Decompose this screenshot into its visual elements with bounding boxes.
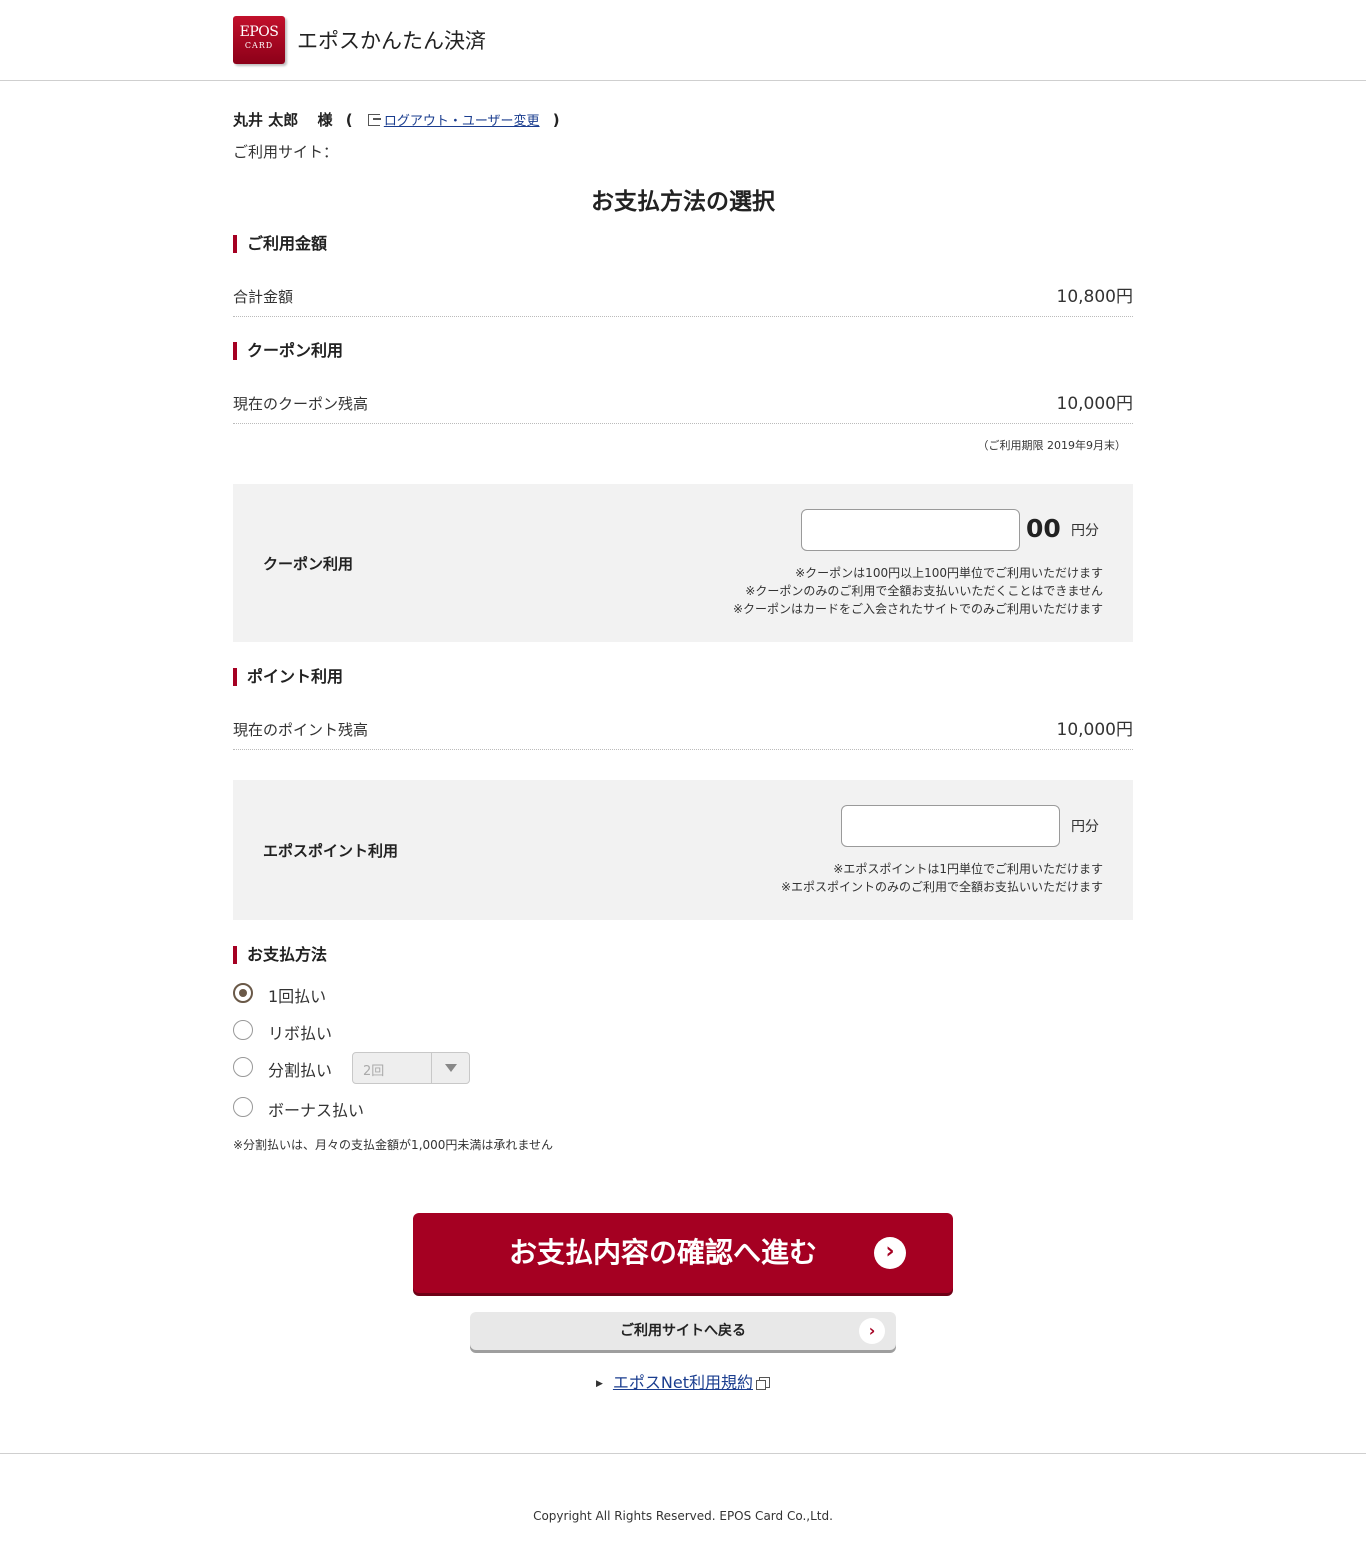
paren-open: ( — [345, 111, 353, 129]
page-title: お支払方法の選択 — [591, 189, 775, 215]
user-honorific: 様 — [317, 111, 333, 129]
coupon-unit: 円分 — [1071, 523, 1099, 539]
triangle-bullet-icon: ▶ — [596, 1379, 603, 1389]
points-balance-row: 現在のポイント残高 10,000円 — [233, 715, 1133, 750]
chevron-right-icon: › — [859, 1318, 885, 1344]
installment-count-value: 2回 — [363, 1064, 385, 1079]
radio-checked-icon[interactable] — [233, 983, 253, 1003]
section-usage-heading: ご利用金額 — [233, 234, 327, 254]
payment-option-label[interactable]: ボーナス払い — [268, 1097, 364, 1121]
chevron-down-icon — [445, 1064, 457, 1072]
points-unit: 円分 — [1071, 819, 1099, 835]
user-name: 丸井 太郎 — [233, 111, 299, 129]
radio-unchecked-icon[interactable] — [233, 1020, 253, 1040]
terms-link[interactable]: エポスNet利用規約 — [613, 1373, 753, 1392]
coupon-expiry: （ご利用期限 2019年9月末） — [977, 439, 1127, 452]
points-panel: エポスポイント利用 円分 ※エポスポイントは1円単位でご利用いただけます ※エポ… — [233, 780, 1133, 920]
coupon-panel: クーポン利用 00 円分 ※クーポンは100円以上100円単位でご利用いただけま… — [233, 484, 1133, 642]
header: EPOS CARD エポスかんたん決済 — [0, 0, 1366, 81]
section-coupon-heading: クーポン利用 — [233, 341, 343, 361]
proceed-to-confirm-button[interactable]: お支払内容の確認へ進む › — [413, 1213, 953, 1293]
logout-link[interactable]: ログアウト・ユーザー変更 — [384, 114, 540, 129]
coupon-balance-row: 現在のクーポン残高 10,000円 — [233, 389, 1133, 424]
installment-note: ※分割払いは、月々の支払金額が1,000円未満は承れません — [233, 1138, 554, 1152]
payment-option-label[interactable]: リボ払い — [268, 1020, 332, 1044]
coupon-balance-value: 10,000円 — [1056, 394, 1133, 414]
logo-subtext: CARD — [244, 41, 274, 50]
coupon-notes: ※クーポンは100円以上100円単位でご利用いただけます ※クーポンのみのご利用… — [733, 564, 1103, 618]
section-points-heading: ポイント利用 — [233, 667, 343, 687]
points-balance-value: 10,000円 — [1056, 720, 1133, 740]
radio-unchecked-icon[interactable] — [233, 1097, 253, 1117]
coupon-note: ※クーポンは100円以上100円単位でご利用いただけます — [795, 566, 1103, 580]
coupon-note: ※クーポンはカードをご入会されたサイトでのみご利用いただけます — [732, 602, 1103, 616]
coupon-panel-label: クーポン利用 — [263, 555, 354, 573]
logo-text: EPOS — [239, 24, 279, 40]
section-payment-heading: お支払方法 — [233, 945, 327, 965]
site-label: ご利用サイト： — [233, 143, 339, 161]
user-info: 丸井 太郎 様 ( ログアウト・ユーザー変更 ) — [233, 109, 560, 130]
points-note: ※エポスポイントのみのご利用で全額お支払いいただけます — [780, 880, 1103, 894]
coupon-zeros: 00 — [1026, 514, 1061, 543]
points-panel-label: エポスポイント利用 — [263, 842, 399, 860]
points-note: ※エポスポイントは1円単位でご利用いただけます — [833, 862, 1103, 876]
chevron-right-icon: › — [874, 1237, 906, 1269]
total-amount-value: 10,800円 — [1056, 287, 1133, 307]
copyright: Copyright All Rights Reserved. EPOS Card… — [533, 1509, 833, 1523]
back-button-label: ご利用サイトへ戻る — [620, 1323, 746, 1339]
total-amount-label: 合計金額 — [233, 288, 294, 306]
back-to-site-button[interactable]: ご利用サイトへ戻る › — [470, 1312, 896, 1350]
payment-option-label[interactable]: 1回払い — [268, 983, 326, 1007]
terms-link-row: ▶ エポスNet利用規約 — [596, 1369, 771, 1393]
points-notes: ※エポスポイントは1円単位でご利用いただけます ※エポスポイントのみのご利用で全… — [781, 860, 1103, 896]
points-balance-label: 現在のポイント残高 — [233, 721, 369, 739]
logout-icon — [367, 114, 381, 126]
epos-card-logo: EPOS CARD — [233, 16, 285, 64]
points-amount-input[interactable] — [841, 805, 1060, 847]
coupon-balance-label: 現在のクーポン残高 — [233, 395, 369, 413]
installment-count-select[interactable]: 2回 — [352, 1052, 470, 1084]
proceed-button-label: お支払内容の確認へ進む — [508, 1236, 817, 1269]
coupon-note: ※クーポンのみのご利用で全額お支払いいただくことはできません — [745, 584, 1103, 598]
payment-option-label[interactable]: 分割払い — [268, 1057, 332, 1081]
external-link-icon — [756, 1377, 771, 1390]
total-amount-row: 合計金額 10,800円 — [233, 282, 1133, 317]
app-title: エポスかんたん決済 — [297, 29, 486, 53]
radio-unchecked-icon[interactable] — [233, 1057, 253, 1077]
paren-close: ) — [552, 111, 560, 129]
footer-divider — [0, 1453, 1366, 1454]
coupon-amount-input[interactable] — [801, 509, 1020, 551]
select-divider — [431, 1053, 432, 1083]
